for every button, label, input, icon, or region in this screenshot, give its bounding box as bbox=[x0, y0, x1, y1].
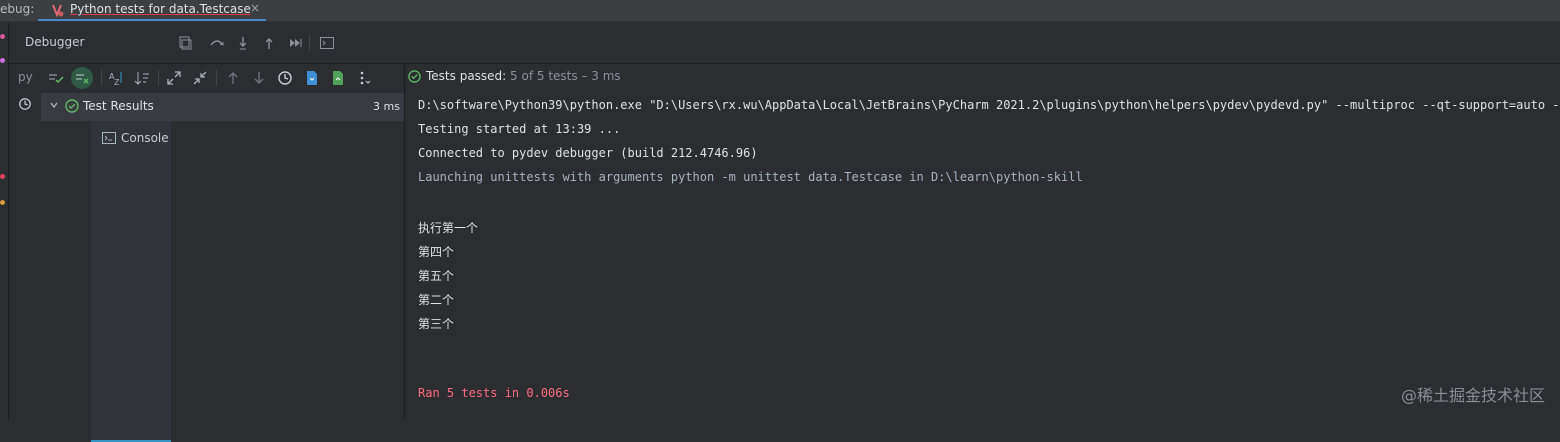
close-icon[interactable]: × bbox=[250, 1, 260, 15]
show-ignored-toggle[interactable] bbox=[71, 67, 93, 89]
chevron-down-icon[interactable] bbox=[49, 100, 59, 110]
tab-console[interactable]: Console bbox=[91, 118, 171, 442]
test-results-duration: 3 ms bbox=[373, 100, 400, 113]
left-tool-strip bbox=[0, 22, 9, 420]
test-results-root[interactable]: Test Results 3 ms bbox=[41, 93, 404, 121]
sort-alpha-icon[interactable]: AZ bbox=[108, 70, 124, 86]
status-passed-label: Tests passed: bbox=[426, 69, 507, 83]
python-test-icon bbox=[52, 4, 64, 17]
run-to-cursor-icon[interactable] bbox=[287, 35, 303, 51]
console-line: Connected to pydev debugger (build 212.4… bbox=[418, 146, 758, 160]
show-ignored-icon bbox=[76, 74, 89, 84]
console-line-summary: Ran 5 tests in 0.006s bbox=[418, 386, 570, 400]
restore-layout-icon[interactable] bbox=[177, 35, 193, 51]
collapse-all-icon[interactable] bbox=[192, 70, 208, 86]
svg-text:Z: Z bbox=[114, 78, 120, 86]
breakpoint-marker-icon[interactable] bbox=[0, 34, 5, 39]
rerun-history-icon[interactable] bbox=[18, 97, 32, 111]
step-out-icon[interactable] bbox=[261, 35, 277, 51]
test-results-label: Test Results bbox=[83, 99, 154, 113]
settings-icon[interactable] bbox=[0, 200, 5, 205]
stop-icon[interactable] bbox=[0, 174, 5, 179]
console-line: 第二个 bbox=[418, 293, 455, 307]
next-failed-icon[interactable] bbox=[251, 70, 267, 86]
console-line: Testing started at 13:39 ... bbox=[418, 122, 621, 136]
watermark: @稀土掘金技术社区 bbox=[1400, 386, 1545, 405]
import-tests-icon[interactable] bbox=[304, 70, 320, 86]
more-icon[interactable] bbox=[356, 70, 372, 86]
console-line: 第五个 bbox=[418, 269, 455, 283]
test-passed-icon bbox=[65, 99, 79, 113]
run-config-tab[interactable]: Python tests for data.Testcase × bbox=[38, 0, 266, 21]
console-line: D:\software\Python39\python.exe "D:\User… bbox=[418, 98, 1560, 112]
show-passed-icon[interactable] bbox=[48, 70, 64, 86]
console-line: 执行第一个 bbox=[418, 221, 479, 235]
console-line: 第三个 bbox=[418, 317, 455, 331]
export-tests-icon[interactable] bbox=[330, 70, 346, 86]
debug-subtabs: Debugger Console bbox=[9, 22, 1560, 442]
step-over-icon[interactable] bbox=[209, 35, 225, 51]
panel-divider[interactable] bbox=[404, 64, 405, 420]
debug-tab-bar: ebug: Python tests for data.Testcase × bbox=[0, 0, 1560, 22]
python-tests-label: py bbox=[18, 70, 33, 84]
previous-failed-icon[interactable] bbox=[225, 70, 241, 86]
mute-breakpoints-icon[interactable] bbox=[0, 58, 5, 63]
tab-console-label: Console bbox=[121, 131, 169, 145]
sort-duration-icon[interactable] bbox=[134, 70, 150, 86]
console-output[interactable]: D:\software\Python39\python.exe "D:\User… bbox=[418, 96, 1560, 420]
status-counts: 5 of 5 tests – 3 ms bbox=[510, 69, 621, 83]
expand-all-icon[interactable] bbox=[166, 70, 182, 86]
status-passed-icon bbox=[408, 70, 421, 83]
console-line: Launching unittests with arguments pytho… bbox=[418, 170, 1083, 184]
debug-label: ebug: bbox=[0, 2, 35, 16]
console-icon bbox=[102, 132, 116, 144]
evaluate-expression-icon[interactable] bbox=[319, 35, 335, 51]
test-runner-toolbar: py AZ bbox=[9, 64, 404, 92]
step-into-icon[interactable] bbox=[235, 35, 251, 51]
tab-debugger[interactable]: Debugger bbox=[25, 22, 84, 63]
history-icon[interactable] bbox=[277, 70, 293, 86]
run-tab-title: Python tests for data.Testcase bbox=[70, 2, 251, 16]
console-line: 第四个 bbox=[418, 245, 455, 259]
